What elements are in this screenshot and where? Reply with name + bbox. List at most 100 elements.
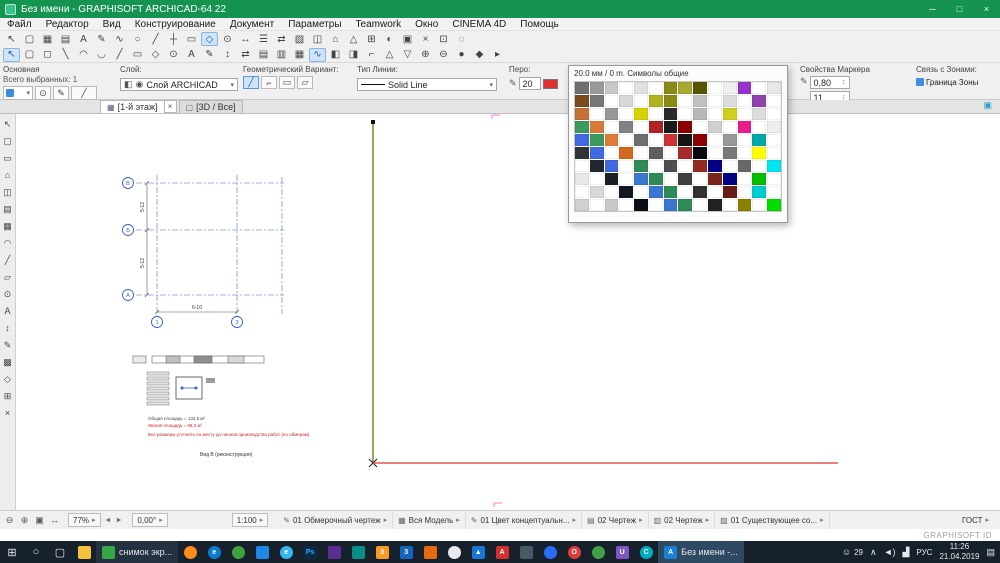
pen-color-cell[interactable] xyxy=(722,160,737,172)
toolbar-icon[interactable]: ◆ xyxy=(471,48,488,62)
toolbox-icon[interactable]: ▤ xyxy=(1,202,15,216)
volume-icon[interactable]: ◄) xyxy=(884,547,896,557)
pen-color-cell[interactable] xyxy=(575,147,589,159)
geometry-option[interactable]: ╱ xyxy=(243,76,259,89)
pen-color-cell[interactable] xyxy=(737,199,752,211)
pen-color-cell[interactable] xyxy=(648,82,663,94)
pen-color-cell[interactable] xyxy=(663,95,678,107)
pen-color-cell[interactable] xyxy=(722,121,737,133)
status-dropdown[interactable]: ▥ 02 Чертеж ▸ xyxy=(649,511,716,529)
pen-color-cell[interactable] xyxy=(678,160,693,172)
language-indicator[interactable]: РУС xyxy=(916,548,932,557)
pen-color-cell[interactable] xyxy=(752,108,767,120)
pen-color-cell[interactable] xyxy=(648,160,663,172)
pinned-app[interactable]: 3 xyxy=(394,541,418,563)
pen-color-cell[interactable] xyxy=(737,95,752,107)
pen-color-cell[interactable] xyxy=(634,121,648,133)
toolbox-icon[interactable]: ⊞ xyxy=(1,389,15,403)
pinned-app[interactable] xyxy=(442,541,466,563)
pen-color-cell[interactable] xyxy=(604,82,619,94)
pen-color-cell[interactable] xyxy=(693,82,708,94)
toolbar-icon[interactable]: ● xyxy=(453,48,470,62)
pen-color-cell[interactable] xyxy=(648,108,663,120)
line-type-dropdown[interactable]: Solid Line ▾ xyxy=(357,78,497,91)
pen-color-cell[interactable] xyxy=(604,199,619,211)
pen-color-cell[interactable] xyxy=(678,186,693,198)
pinned-app[interactable] xyxy=(346,541,370,563)
zoom-percent[interactable]: 77% ▸ xyxy=(68,513,101,527)
pen-color-cell[interactable] xyxy=(722,147,737,159)
pen-color-cell[interactable] xyxy=(722,186,737,198)
menu-item[interactable]: Вид xyxy=(96,18,128,30)
toolbar-icon[interactable]: ↖ xyxy=(3,47,20,62)
toolbox-icon[interactable]: ▭ xyxy=(1,151,15,165)
pen-color-cell[interactable] xyxy=(693,95,708,107)
toolbar-icon[interactable]: ↕ xyxy=(219,48,236,62)
status-dropdown[interactable]: ▤ 02 Чертеж ▸ xyxy=(582,511,649,529)
pen-color-cell[interactable] xyxy=(619,108,634,120)
pen-color-cell[interactable] xyxy=(708,108,722,120)
pen-color-cell[interactable] xyxy=(737,121,752,133)
pen-color-cell[interactable] xyxy=(589,147,604,159)
rotation-angle[interactable]: 0,00° ▸ xyxy=(132,513,168,527)
pen-color-cell[interactable] xyxy=(663,186,678,198)
pen-color-cell[interactable] xyxy=(575,199,589,211)
navigator-icon[interactable]: ▣ xyxy=(983,100,992,111)
toolbar-icon[interactable]: ▸ xyxy=(489,48,506,62)
pen-color-cell[interactable] xyxy=(634,108,648,120)
pen-color-cell[interactable] xyxy=(708,121,722,133)
history-forward-icon[interactable]: ► xyxy=(115,517,122,524)
toolbar-icon[interactable]: ✎ xyxy=(93,32,110,46)
pen-color-cell[interactable] xyxy=(737,108,752,120)
toolbar-icon[interactable]: ⌐ xyxy=(363,48,380,62)
pen-color-cell[interactable] xyxy=(708,95,722,107)
pen-color-cell[interactable] xyxy=(752,82,767,94)
drawing-canvas[interactable]: 6-10 5-12 5-12 В Б А 1 3 Общая площадь =… xyxy=(16,114,1000,510)
pen-color-cell[interactable] xyxy=(575,82,589,94)
pen-color-cell[interactable] xyxy=(575,160,589,172)
toolbox-icon[interactable]: ◇ xyxy=(1,372,15,386)
toolbox-icon[interactable]: ⌂ xyxy=(1,168,15,182)
search-icon[interactable]: ○ xyxy=(24,541,48,563)
status-dropdown[interactable]: ▦ Вся Модель ▸ xyxy=(393,511,466,529)
toolbox-icon[interactable]: ▩ xyxy=(1,355,15,369)
pen-color-cell[interactable] xyxy=(648,134,663,146)
toolbar-icon[interactable]: △ xyxy=(381,48,398,62)
toolbar-icon[interactable]: ◫ xyxy=(309,32,326,46)
pen-color-cell[interactable] xyxy=(693,147,708,159)
toolbar-icon[interactable]: ▦ xyxy=(291,48,308,62)
network-icon[interactable]: ▟ xyxy=(902,547,909,558)
pen-color-cell[interactable] xyxy=(619,95,634,107)
menu-item[interactable]: Документ xyxy=(223,18,281,30)
pen-color-cell[interactable] xyxy=(767,199,781,211)
tray-expand-icon[interactable]: ∧ xyxy=(870,547,877,558)
pen-color-cell[interactable] xyxy=(752,147,767,159)
pen-color-cell[interactable] xyxy=(634,186,648,198)
pen-color-cell[interactable] xyxy=(663,82,678,94)
pinned-app[interactable]: Ps xyxy=(298,541,322,563)
toolbox-icon[interactable]: ◠ xyxy=(1,236,15,250)
toolbar-icon[interactable]: ▽ xyxy=(399,48,416,62)
menu-item[interactable]: Окно xyxy=(408,18,445,30)
pen-color-cell[interactable] xyxy=(604,160,619,172)
toolbar-icon[interactable]: ⇄ xyxy=(237,48,254,62)
geometry-option[interactable]: ⌐ xyxy=(261,76,277,89)
toolbar-icon[interactable]: ╱ xyxy=(147,32,164,46)
history-back-icon[interactable]: ◄ xyxy=(105,517,112,524)
geometry-option[interactable]: ▭ xyxy=(279,76,295,89)
tab-3d[interactable]: ▢ [3D / Все] xyxy=(178,100,243,113)
pen-color-cell[interactable] xyxy=(619,82,634,94)
pen-color-cell[interactable] xyxy=(752,186,767,198)
pen-color-cell[interactable] xyxy=(648,121,663,133)
pen-color-cell[interactable] xyxy=(767,173,781,185)
pen-color-cell[interactable] xyxy=(634,199,648,211)
pinned-app[interactable]: A xyxy=(490,541,514,563)
status-dropdown[interactable]: ✎ 01 Цвет концептуальн... ▸ xyxy=(466,511,583,529)
zoom-control-icon[interactable]: ⊖ xyxy=(2,515,17,526)
task-view-icon[interactable]: ▢ xyxy=(48,541,72,563)
toolbar-icon[interactable]: ▢ xyxy=(21,32,38,46)
menu-item[interactable]: Редактор xyxy=(39,18,96,30)
pen-color-cell[interactable] xyxy=(708,173,722,185)
toolbar-icon[interactable]: ⊕ xyxy=(417,48,434,62)
people-icon[interactable]: ☺ xyxy=(842,547,851,557)
